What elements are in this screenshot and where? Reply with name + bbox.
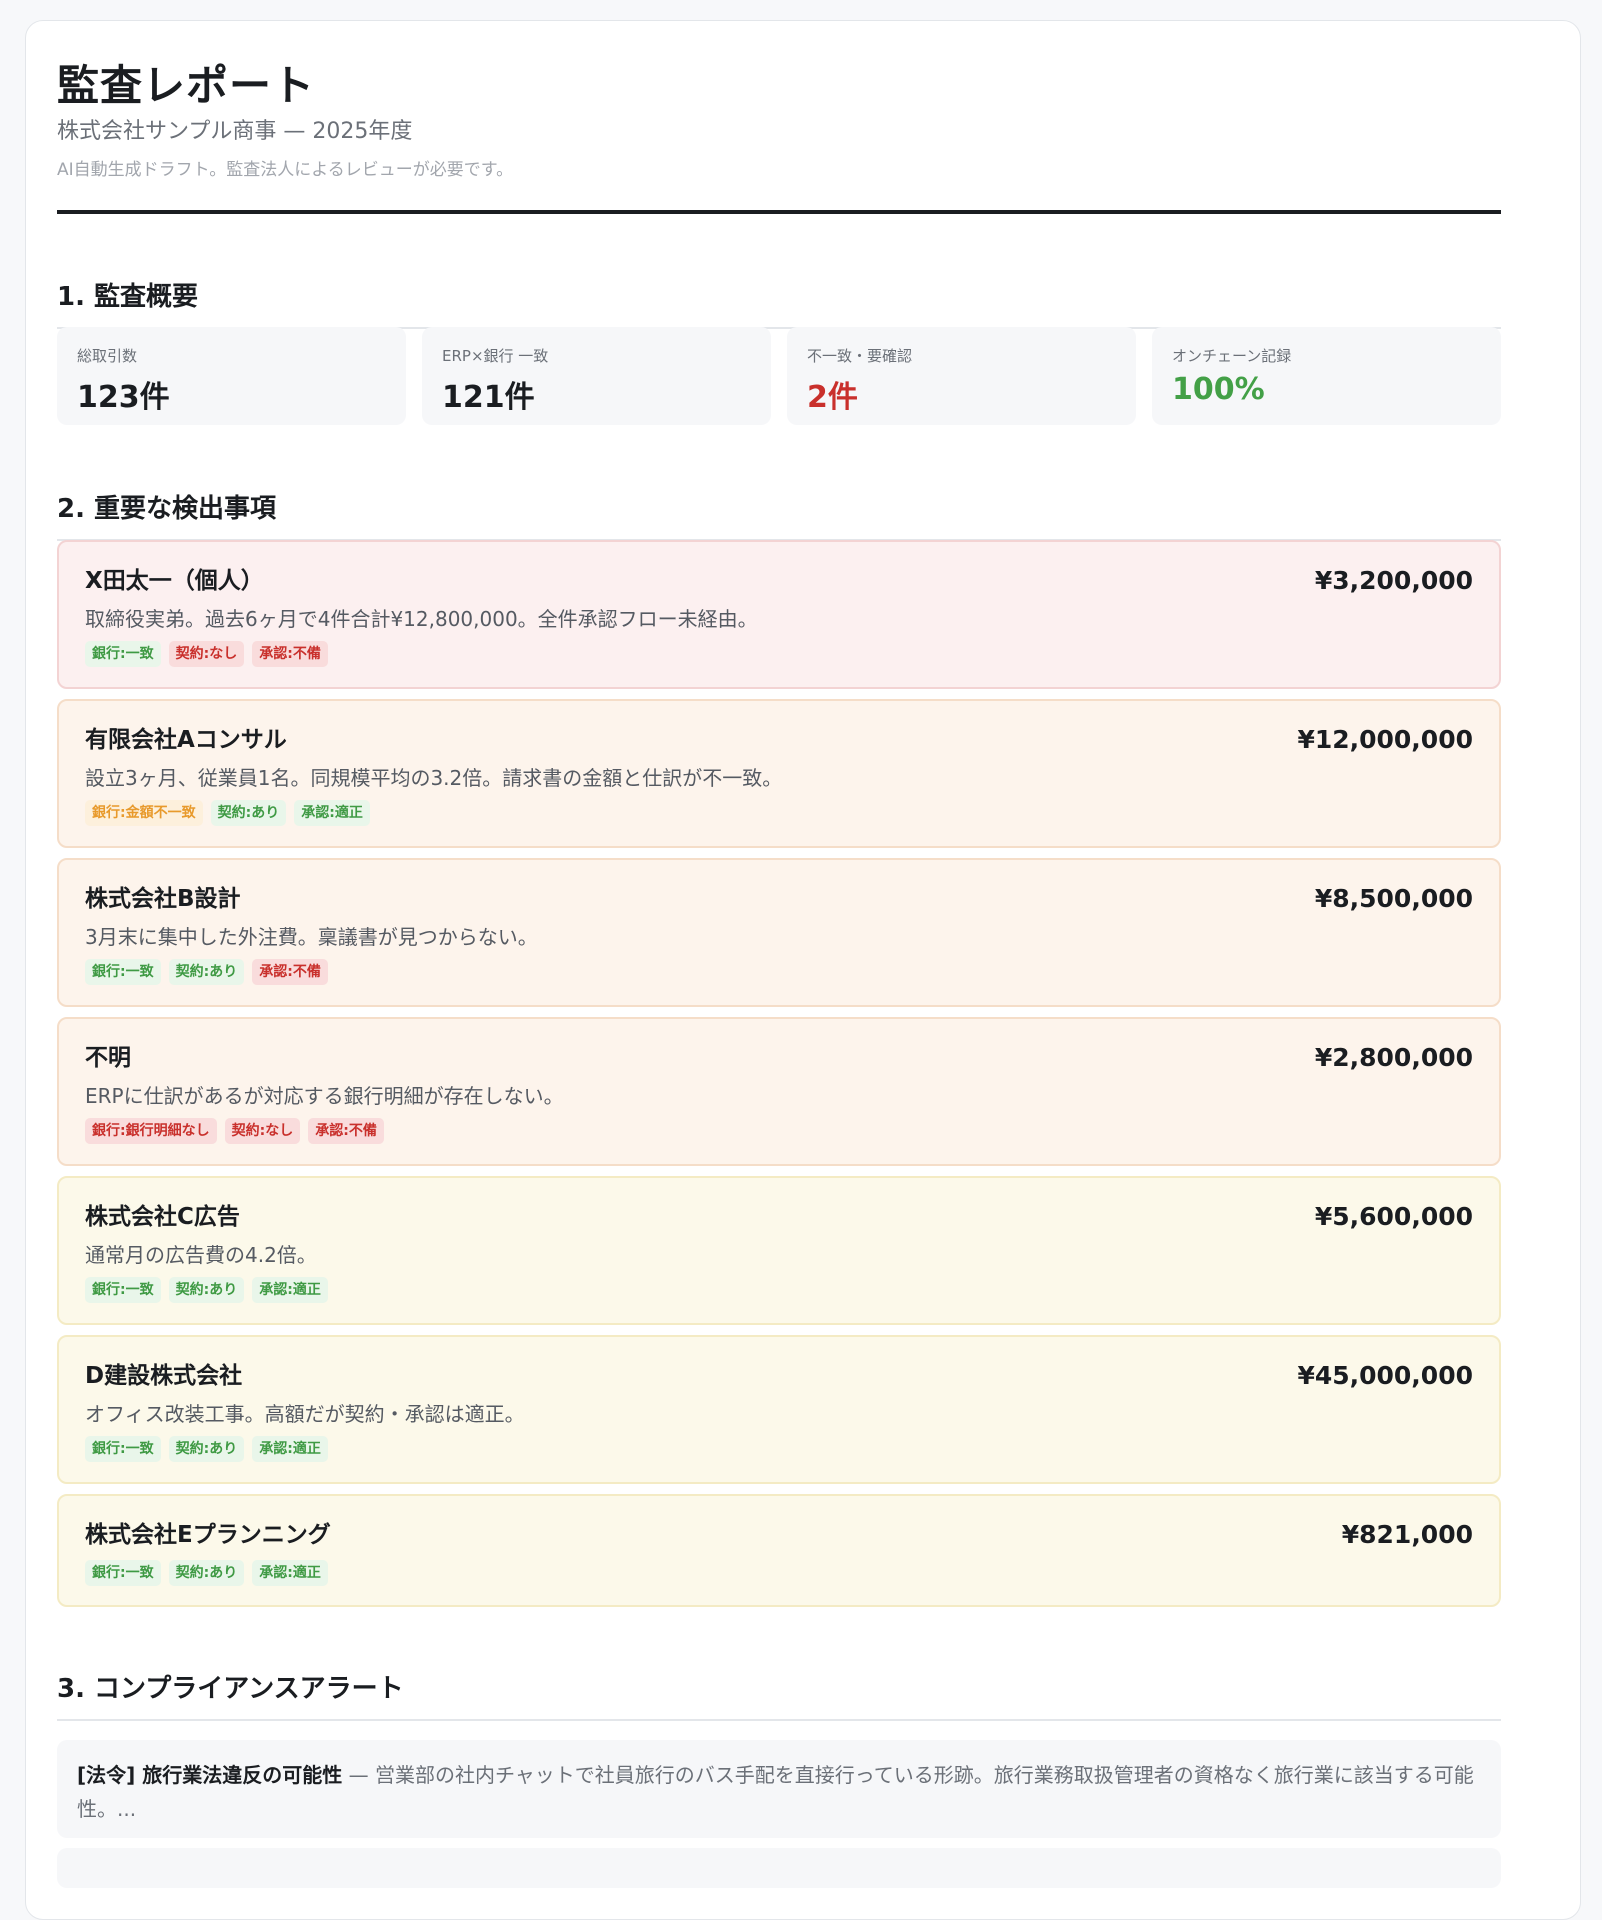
status-badge: 銀行:一致 bbox=[85, 1560, 161, 1586]
status-badge: 銀行:銀行明細なし bbox=[85, 1118, 217, 1144]
kpi-card: ERP×銀行 一致 121件 bbox=[422, 327, 771, 425]
finding-card: X田太一（個人） ¥3,200,000 取締役実弟。過去6ヶ月で4件合計¥12,… bbox=[57, 540, 1501, 689]
finding-tags: 銀行:一致 契約:あり 承認:適正 bbox=[85, 1436, 1473, 1462]
finding-card: 不明 ¥2,800,000 ERPに仕訳があるが対応する銀行明細が存在しない。 … bbox=[57, 1017, 1501, 1166]
finding-tags: 銀行:銀行明細なし 契約:なし 承認:不備 bbox=[85, 1118, 1473, 1144]
finding-amount: ¥5,600,000 bbox=[1314, 1202, 1473, 1231]
status-badge: 承認:適正 bbox=[294, 800, 370, 826]
finding-card: D建設株式会社 ¥45,000,000 オフィス改装工事。高額だが契約・承認は適… bbox=[57, 1335, 1501, 1484]
page-title: 監査レポート bbox=[57, 61, 316, 110]
status-badge: 承認:適正 bbox=[252, 1436, 328, 1462]
finding-amount: ¥821,000 bbox=[1341, 1520, 1473, 1549]
finding-card: 株式会社Eプランニング ¥821,000 銀行:一致 契約:あり 承認:適正 bbox=[57, 1494, 1501, 1607]
finding-card: 有限会社Aコンサル ¥12,000,000 設立3ヶ月、従業員1名。同規模平均の… bbox=[57, 699, 1501, 848]
status-badge: 銀行:一致 bbox=[85, 641, 161, 667]
draft-note: AI自動生成ドラフト。監査法人によるレビューが必要です。 bbox=[57, 160, 514, 180]
status-badge: 契約:あり bbox=[210, 800, 287, 826]
kpi-value: 121件 bbox=[442, 380, 535, 415]
status-badge: 銀行:金額不一致 bbox=[85, 800, 203, 826]
status-badge: 契約:あり bbox=[168, 1277, 245, 1303]
finding-description: 取締役実弟。過去6ヶ月で4件合計¥12,800,000。全件承認フロー未経由。 bbox=[85, 607, 758, 631]
finding-tags: 銀行:一致 契約:あり 承認:不備 bbox=[85, 959, 1473, 985]
finding-amount: ¥3,200,000 bbox=[1314, 566, 1473, 595]
status-badge: 銀行:一致 bbox=[85, 1277, 161, 1303]
finding-description: 設立3ヶ月、従業員1名。同規模平均の3.2倍。請求書の金額と仕訳が不一致。 bbox=[85, 766, 783, 790]
finding-tags: 銀行:金額不一致 契約:あり 承認:適正 bbox=[85, 800, 1473, 826]
finding-vendor: X田太一（個人） bbox=[85, 568, 264, 594]
kpi-card: オンチェーン記録 100% bbox=[1152, 327, 1501, 425]
finding-description: オフィス改装工事。高額だが契約・承認は適正。 bbox=[85, 1402, 525, 1426]
status-badge: 契約:あり bbox=[168, 959, 245, 985]
kpi-label: オンチェーン記録 bbox=[1172, 347, 1292, 365]
finding-vendor: 株式会社B設計 bbox=[85, 886, 241, 912]
finding-amount: ¥45,000,000 bbox=[1297, 1361, 1473, 1390]
finding-card: 株式会社B設計 ¥8,500,000 3月末に集中した外注費。稟議書が見つからな… bbox=[57, 858, 1501, 1007]
finding-tags: 銀行:一致 契約:あり 承認:適正 bbox=[85, 1560, 1473, 1586]
kpi-card: 総取引数 123件 bbox=[57, 327, 406, 425]
status-badge: 承認:不備 bbox=[308, 1118, 384, 1144]
kpi-card: 不一致・要確認 2件 bbox=[787, 327, 1136, 425]
section-heading-overview: 1. 監査概要 bbox=[57, 276, 1501, 329]
kpi-row: 総取引数 123件 ERP×銀行 一致 121件 不一致・要確認 2件 オンチェ… bbox=[57, 327, 1501, 425]
finding-vendor: 株式会社Eプランニング bbox=[85, 1522, 331, 1548]
alert-separator: — bbox=[342, 1763, 375, 1787]
finding-vendor: 株式会社C広告 bbox=[85, 1204, 240, 1230]
kpi-label: 総取引数 bbox=[77, 347, 138, 365]
finding-amount: ¥12,000,000 bbox=[1297, 725, 1473, 754]
status-badge: 契約:あり bbox=[168, 1436, 245, 1462]
finding-card: 株式会社C広告 ¥5,600,000 通常月の広告費の4.2倍。 銀行:一致 契… bbox=[57, 1176, 1501, 1325]
kpi-value: 123件 bbox=[77, 380, 170, 415]
status-badge: 契約:なし bbox=[168, 641, 245, 667]
findings-list: X田太一（個人） ¥3,200,000 取締役実弟。過去6ヶ月で4件合計¥12,… bbox=[57, 540, 1501, 1617]
page-subtitle: 株式会社サンプル商事 — 2025年度 bbox=[57, 119, 413, 144]
status-badge: 承認:適正 bbox=[252, 1560, 328, 1586]
finding-vendor: 有限会社Aコンサル bbox=[85, 727, 287, 753]
kpi-value: 2件 bbox=[807, 380, 858, 415]
header-divider bbox=[57, 210, 1501, 214]
section-heading-alerts: 3. コンプライアンスアラート bbox=[57, 1668, 1501, 1721]
status-badge: 承認:不備 bbox=[252, 959, 328, 985]
status-badge: 銀行:一致 bbox=[85, 959, 161, 985]
status-badge: 承認:不備 bbox=[252, 641, 328, 667]
finding-amount: ¥2,800,000 bbox=[1314, 1043, 1473, 1072]
kpi-label: ERP×銀行 一致 bbox=[442, 347, 549, 365]
status-badge: 契約:なし bbox=[224, 1118, 301, 1144]
compliance-alert-next bbox=[57, 1848, 1501, 1888]
finding-description: 通常月の広告費の4.2倍。 bbox=[85, 1243, 317, 1267]
status-badge: 契約:あり bbox=[168, 1560, 245, 1586]
kpi-value: 100% bbox=[1172, 372, 1265, 407]
status-badge: 銀行:一致 bbox=[85, 1436, 161, 1462]
finding-tags: 銀行:一致 契約:あり 承認:適正 bbox=[85, 1277, 1473, 1303]
kpi-label: 不一致・要確認 bbox=[807, 347, 913, 365]
finding-vendor: 不明 bbox=[85, 1045, 131, 1071]
finding-amount: ¥8,500,000 bbox=[1314, 884, 1473, 913]
compliance-alert: [法令] 旅行業法違反の可能性 — 営業部の社内チャットで社員旅行のバス手配を直… bbox=[57, 1740, 1501, 1838]
alert-title: [法令] 旅行業法違反の可能性 bbox=[77, 1763, 343, 1787]
finding-tags: 銀行:一致 契約:なし 承認:不備 bbox=[85, 641, 1473, 667]
finding-description: 3月末に集中した外注費。稟議書が見つからない。 bbox=[85, 925, 538, 949]
finding-vendor: D建設株式会社 bbox=[85, 1363, 243, 1389]
section-heading-findings: 2. 重要な検出事項 bbox=[57, 488, 1501, 541]
status-badge: 承認:適正 bbox=[252, 1277, 328, 1303]
finding-description: ERPに仕訳があるが対応する銀行明細が存在しない。 bbox=[85, 1084, 564, 1108]
